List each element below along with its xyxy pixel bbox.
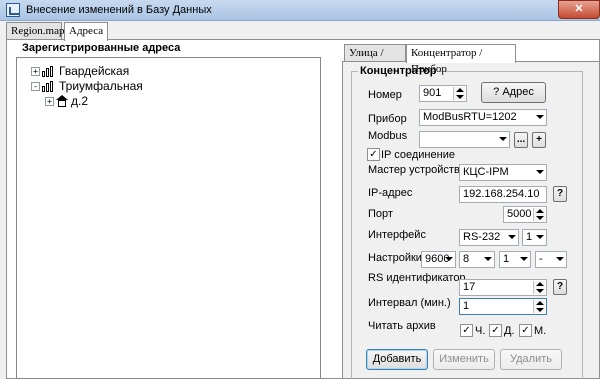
device-select[interactable]: ModBusRTU=1202 <box>419 109 547 126</box>
tab-addresses[interactable]: Адреса <box>64 22 108 41</box>
spin-arrows-icon[interactable] <box>533 300 545 313</box>
port-stepper[interactable]: 5000 <box>503 206 547 223</box>
address-button[interactable]: ? Адрес <box>481 82 546 103</box>
tree-item-label: Триумфальная <box>59 79 143 93</box>
number-label: Номер <box>368 89 402 101</box>
rs-id-value: 17 <box>463 281 476 293</box>
interval-label: Интервал (мин.) <box>368 297 451 309</box>
rs-id-help-button[interactable]: ? <box>553 279 567 295</box>
expand-icon[interactable]: + <box>45 96 54 106</box>
modbus-more-button[interactable]: ... <box>514 132 528 148</box>
master-device-select[interactable]: КЦС-IPM <box>459 164 547 181</box>
number-value: 901 <box>423 87 442 99</box>
interval-stepper[interactable]: 1 <box>459 298 547 315</box>
archive-hourly-checkbox[interactable] <box>460 324 473 337</box>
street-icon <box>42 80 56 92</box>
tree-item-label: Гвардейская <box>59 64 130 78</box>
stop-bits-value: 1 <box>503 253 510 265</box>
master-device-value: КЦС-IPM <box>463 166 509 178</box>
chevron-down-icon <box>508 235 516 239</box>
ip-address-input[interactable]: 192.168.254.10 <box>459 186 547 203</box>
ip-connection-checkbox[interactable] <box>367 148 380 161</box>
tab-street-house[interactable]: Улица / Дом <box>344 44 406 75</box>
spin-arrows-icon[interactable] <box>533 281 545 294</box>
master-device-label: Мастер устройство <box>368 164 466 176</box>
chevron-down-icon <box>499 137 507 141</box>
address-tree[interactable]: + Гвардейская - Триумфальная + д.2 <box>16 57 321 379</box>
interface-index-value: 1 <box>526 231 533 243</box>
port-value: 5000 <box>507 208 532 220</box>
ip-connection-label: IP соединение <box>381 149 455 161</box>
tree-item-label: д.2 <box>71 94 89 108</box>
spin-arrows-icon[interactable] <box>533 208 545 221</box>
spin-arrows-icon[interactable] <box>453 87 465 100</box>
modbus-label: Modbus <box>368 130 408 142</box>
interface-value: RS-232 <box>463 231 501 243</box>
archive-hourly-label: Ч. <box>475 325 486 337</box>
baud-select[interactable]: 9600 <box>421 251 456 268</box>
chevron-down-icon <box>556 257 564 261</box>
parity-value: - <box>539 253 543 265</box>
chevron-down-icon <box>520 257 528 261</box>
window-title: Внесение изменений в Базу Данных <box>26 4 212 16</box>
interface-select[interactable]: RS-232 <box>459 229 519 246</box>
expand-icon[interactable]: + <box>31 66 40 76</box>
add-button[interactable]: Добавить <box>366 349 428 370</box>
edit-button[interactable]: Изменить <box>433 349 495 370</box>
tab-concentrator-device[interactable]: Концентратор / Прибор <box>406 44 516 75</box>
house-icon <box>56 95 68 107</box>
device-value: ModBusRTU=1202 <box>423 111 517 123</box>
interface-label: Интерфейс <box>368 229 426 241</box>
tab-region-map[interactable]: Region.map <box>6 22 64 40</box>
modbus-select[interactable] <box>419 131 510 148</box>
tree-item-street[interactable]: - Триумфальная <box>31 79 143 93</box>
chevron-down-icon <box>536 170 544 174</box>
data-bits-select[interactable]: 8 <box>459 251 495 268</box>
parity-select[interactable]: - <box>535 251 567 268</box>
delete-button[interactable]: Удалить <box>500 349 562 370</box>
read-archive-label: Читать архив <box>368 320 436 332</box>
chevron-down-icon <box>536 235 544 239</box>
archive-daily-label: Д. <box>504 325 515 337</box>
ip-address-label: IP-адрес <box>368 187 413 199</box>
chevron-down-icon <box>484 257 492 261</box>
rs-id-label: RS идентификатор <box>368 272 466 284</box>
archive-monthly-label: М. <box>534 325 547 337</box>
archive-monthly-checkbox[interactable] <box>519 324 532 337</box>
app-icon <box>6 3 20 17</box>
data-bits-value: 8 <box>463 253 470 265</box>
close-button[interactable]: ✕ <box>558 0 600 19</box>
number-stepper[interactable]: 901 <box>419 85 467 102</box>
collapse-icon[interactable]: - <box>31 81 40 91</box>
chevron-down-icon <box>445 257 453 261</box>
archive-daily-checkbox[interactable] <box>489 324 502 337</box>
tree-item-street[interactable]: + Гвардейская <box>31 64 129 78</box>
tree-item-house[interactable]: + д.2 <box>45 94 88 108</box>
rs-id-stepper[interactable]: 17 <box>459 279 547 296</box>
title-bar: Внесение изменений в Базу Данных ✕ <box>0 0 600 21</box>
stop-bits-select[interactable]: 1 <box>499 251 531 268</box>
settings-label: Настройки <box>368 252 422 264</box>
interface-index-select[interactable]: 1 <box>522 229 547 246</box>
modbus-add-button[interactable]: + <box>532 132 546 148</box>
port-label: Порт <box>368 208 393 220</box>
chevron-down-icon <box>536 115 544 119</box>
ip-address-help-button[interactable]: ? <box>553 186 567 202</box>
interval-value: 1 <box>463 300 470 312</box>
device-label: Прибор <box>368 113 407 125</box>
street-icon <box>42 65 56 77</box>
registered-addresses-title: Зарегистрированные адреса <box>22 42 181 54</box>
